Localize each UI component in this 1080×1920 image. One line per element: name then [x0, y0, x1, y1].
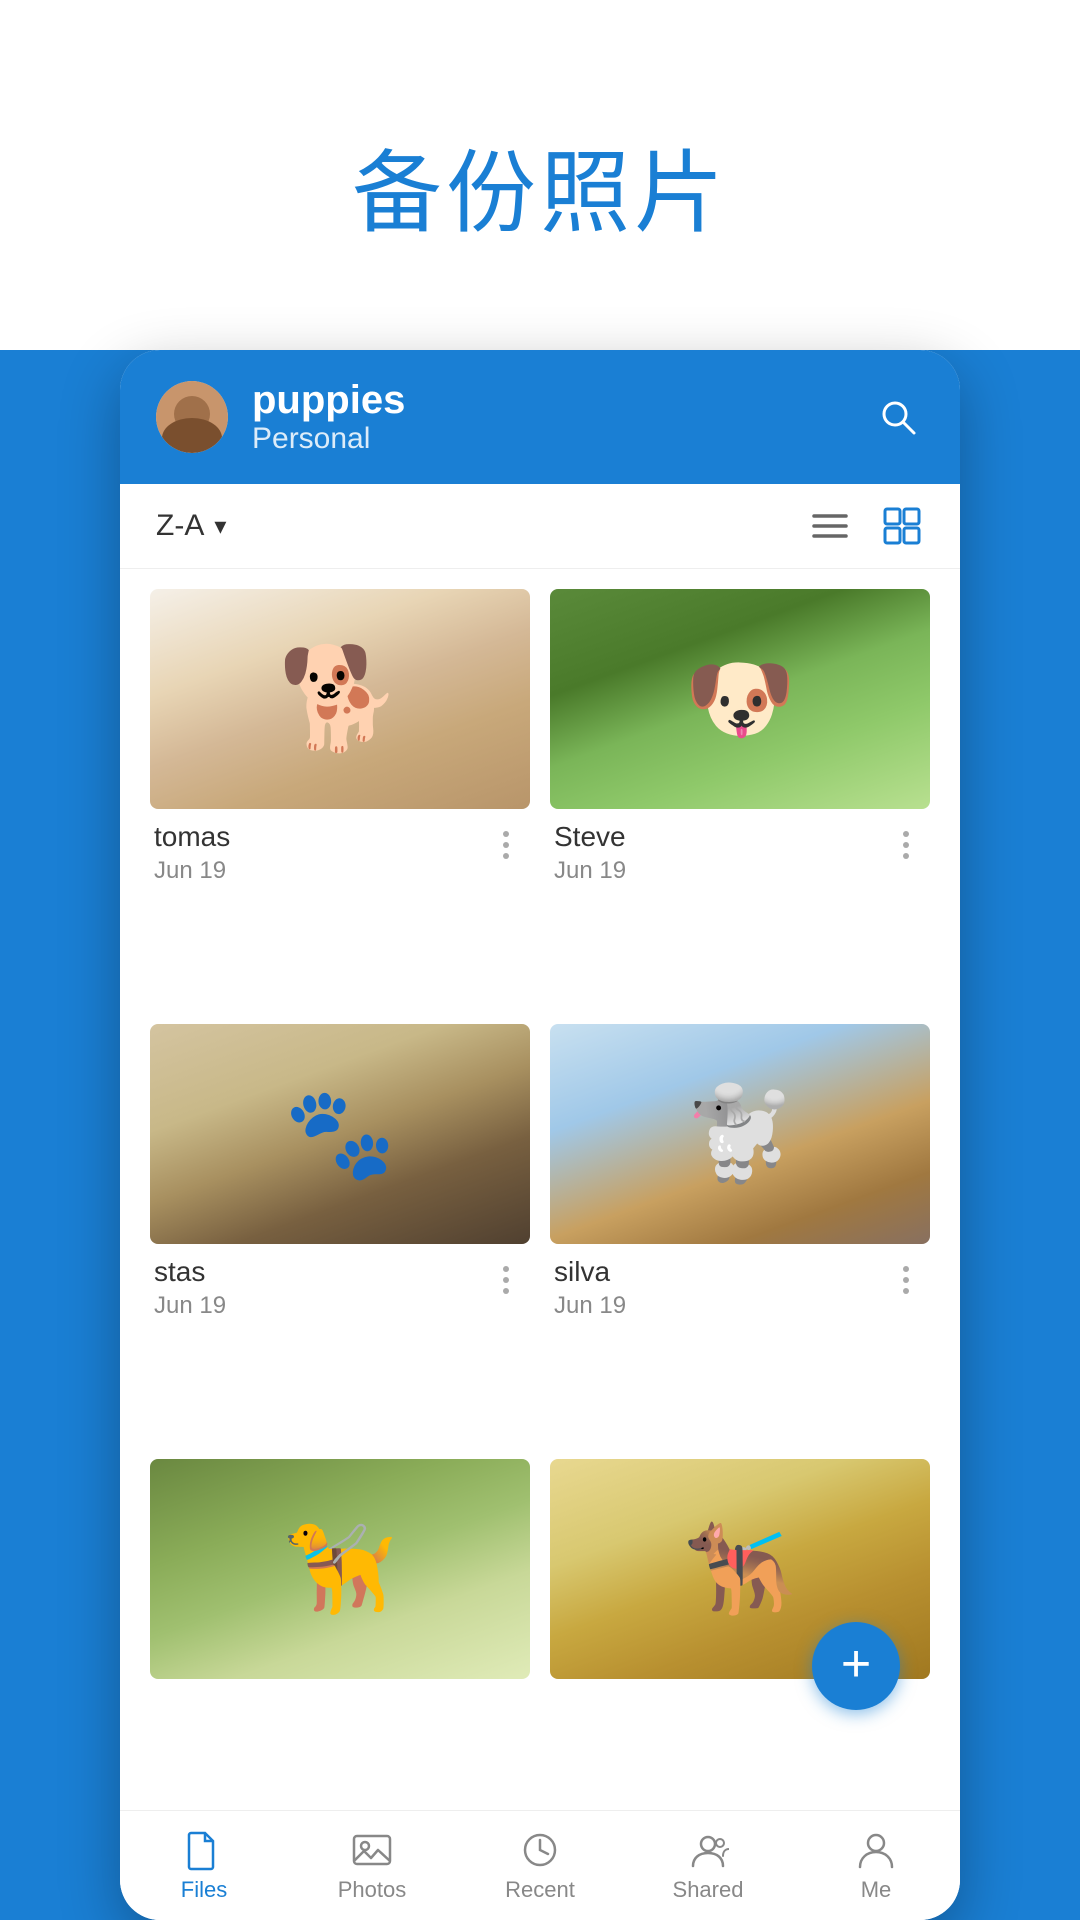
file-thumbnail[interactable]	[150, 1024, 530, 1244]
me-icon	[855, 1829, 897, 1871]
list-view-button[interactable]	[808, 504, 852, 548]
page-title-area: 备份照片	[0, 0, 1080, 350]
more-dot	[903, 853, 909, 859]
file-thumbnail[interactable]	[150, 589, 530, 809]
file-thumbnail[interactable]	[150, 1459, 530, 1679]
toolbar: Z-A ▾	[120, 484, 960, 569]
list-item: silva Jun 19	[550, 1024, 930, 1439]
more-dot	[903, 842, 909, 848]
tab-recent-label: Recent	[505, 1877, 575, 1903]
tab-recent[interactable]: Recent	[456, 1811, 624, 1920]
app-header: puppies Personal	[120, 350, 960, 484]
file-name: tomas	[154, 821, 230, 853]
more-dot	[503, 842, 509, 848]
file-info: tomas Jun 19	[150, 809, 530, 893]
file-info: stas Jun 19	[150, 1244, 530, 1328]
tab-shared[interactable]: Shared	[624, 1811, 792, 1920]
file-info: Steve Jun 19	[550, 809, 930, 893]
file-info: silva Jun 19	[550, 1244, 930, 1328]
header-text: puppies Personal	[252, 378, 848, 456]
content-area: tomas Jun 19 Steve	[120, 569, 960, 1810]
more-dot	[903, 1266, 909, 1272]
file-date: Jun 19	[554, 1292, 626, 1320]
file-date: Jun 19	[154, 857, 230, 885]
sort-control[interactable]: Z-A ▾	[156, 509, 226, 543]
more-dot	[903, 831, 909, 837]
more-dot	[503, 853, 509, 859]
files-grid: tomas Jun 19 Steve	[120, 569, 960, 1810]
file-thumbnail[interactable]	[550, 1024, 930, 1244]
tab-shared-label: Shared	[673, 1877, 744, 1903]
list-item	[150, 1459, 530, 1790]
list-item: stas Jun 19	[150, 1024, 530, 1439]
file-name: silva	[554, 1256, 626, 1288]
grid-view-button[interactable]	[880, 504, 924, 548]
avatar[interactable]	[156, 381, 228, 453]
tab-photos[interactable]: Photos	[288, 1811, 456, 1920]
view-controls	[808, 504, 924, 548]
tab-me-label: Me	[861, 1877, 892, 1903]
file-meta: stas Jun 19	[154, 1256, 226, 1320]
tab-me[interactable]: Me	[792, 1811, 960, 1920]
files-icon	[183, 1829, 225, 1871]
file-date: Jun 19	[154, 1292, 226, 1320]
shared-icon	[687, 1829, 729, 1871]
file-meta: tomas Jun 19	[154, 821, 230, 885]
file-thumbnail[interactable]	[550, 589, 930, 809]
sort-label: Z-A	[156, 509, 204, 543]
more-button[interactable]	[486, 1256, 526, 1296]
more-dot	[503, 1288, 509, 1294]
list-item: tomas Jun 19	[150, 589, 530, 1004]
folder-name: puppies	[252, 378, 848, 422]
phone-container: puppies Personal Z-A ▾	[120, 350, 960, 1920]
search-button[interactable]	[872, 391, 924, 443]
file-meta: silva Jun 19	[554, 1256, 626, 1320]
plus-icon: +	[841, 1638, 871, 1690]
more-button[interactable]	[886, 821, 926, 861]
more-dot	[903, 1288, 909, 1294]
more-button[interactable]	[886, 1256, 926, 1296]
tab-photos-label: Photos	[338, 1877, 407, 1903]
more-button[interactable]	[486, 821, 526, 861]
chevron-down-icon: ▾	[214, 512, 226, 541]
app-wrapper: 备份照片 puppies Personal Z-A ▾	[0, 0, 1080, 1920]
more-dot	[903, 1277, 909, 1283]
tab-files[interactable]: Files	[120, 1811, 288, 1920]
page-title: 备份照片	[0, 60, 1080, 300]
more-dot	[503, 1266, 509, 1272]
more-dot	[503, 831, 509, 837]
folder-type: Personal	[252, 422, 848, 456]
more-dot	[503, 1277, 509, 1283]
tab-files-label: Files	[181, 1877, 227, 1903]
file-name: Steve	[554, 821, 626, 853]
add-button[interactable]: +	[812, 1622, 900, 1710]
photos-icon	[351, 1829, 393, 1871]
list-item: Steve Jun 19	[550, 589, 930, 1004]
file-meta: Steve Jun 19	[554, 821, 626, 885]
recent-icon	[519, 1829, 561, 1871]
bottom-nav: Files Photos	[120, 1810, 960, 1920]
file-date: Jun 19	[554, 857, 626, 885]
file-name: stas	[154, 1256, 226, 1288]
